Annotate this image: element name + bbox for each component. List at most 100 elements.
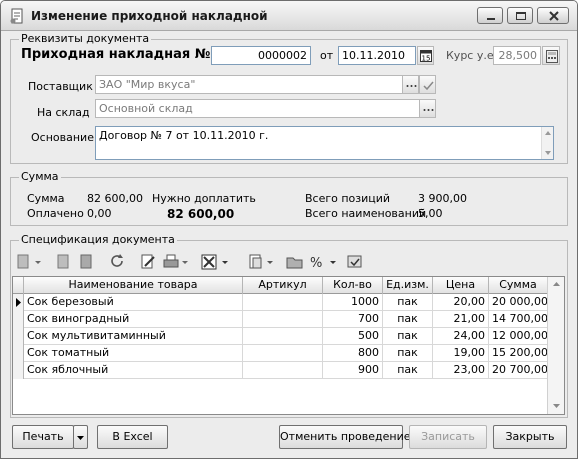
maximize-button[interactable]: [507, 7, 533, 24]
cell-price[interactable]: 19,00: [433, 345, 489, 362]
cell-unit[interactable]: пак: [383, 328, 433, 345]
sum-label: Сумма: [27, 192, 65, 205]
minimize-icon: [487, 18, 495, 20]
close-window-button[interactable]: [537, 7, 569, 24]
cell-name[interactable]: Сок виноградный: [24, 311, 243, 328]
cell-sum[interactable]: 15 200,00: [489, 345, 548, 362]
cell-price[interactable]: 24,00: [433, 328, 489, 345]
minimize-button[interactable]: [477, 7, 503, 24]
cancel-posting-button[interactable]: Отменить проведение: [279, 425, 411, 449]
edit-button[interactable]: [139, 252, 159, 272]
cell-article[interactable]: [243, 328, 323, 345]
names-value: 5,00: [418, 207, 443, 220]
cell-qty[interactable]: 900: [323, 362, 383, 379]
cell-price[interactable]: 21,00: [433, 311, 489, 328]
cell-unit[interactable]: пак: [383, 345, 433, 362]
cell-price[interactable]: 20,00: [433, 294, 489, 311]
sum-value: 82 600,00: [87, 192, 143, 205]
cell-article[interactable]: [243, 294, 323, 311]
table-scrollbar[interactable]: [547, 277, 564, 414]
print-list-button[interactable]: [161, 252, 191, 272]
table-row[interactable]: Сок яблочный 900 пак 23,00 20 700,00: [13, 362, 548, 379]
supplier-label: Поставщик: [28, 80, 93, 93]
table-row[interactable]: Сок виноградный 700 пак 21,00 14 700,00: [13, 311, 548, 328]
supplier-confirm-button[interactable]: [419, 75, 436, 94]
table-row[interactable]: Сок мультивитаминный 500 пак 24,00 12 00…: [13, 328, 548, 345]
paid-value: 0,00: [87, 207, 112, 220]
calendar-button[interactable]: 15: [417, 46, 434, 65]
cell-sum[interactable]: 14 700,00: [489, 311, 548, 328]
cell-unit[interactable]: пак: [383, 311, 433, 328]
cell-sum[interactable]: 20 700,00: [489, 362, 548, 379]
table-row[interactable]: Сок березовый 1000 пак 20,00 20 000,00: [13, 294, 548, 311]
chevron-down-icon: [77, 436, 84, 440]
warehouse-field[interactable]: Основной склад: [95, 99, 420, 118]
basis-textarea[interactable]: Договор № 7 от 10.11.2010 г.: [95, 126, 554, 160]
cell-article[interactable]: [243, 362, 323, 379]
close-button[interactable]: Закрыть: [493, 425, 567, 449]
save-button[interactable]: Записать: [409, 425, 487, 449]
col-header-price[interactable]: Цена: [433, 277, 489, 294]
doc-number-field[interactable]: 0000002: [211, 46, 311, 65]
cell-name[interactable]: Сок томатный: [24, 345, 243, 362]
calendar-day: 15: [422, 55, 431, 63]
cell-article[interactable]: [243, 345, 323, 362]
cell-price[interactable]: 23,00: [433, 362, 489, 379]
cell-name[interactable]: Сок березовый: [24, 294, 243, 311]
cell-name[interactable]: Сок мультивитаминный: [24, 328, 243, 345]
paid-label: Оплачено: [27, 207, 84, 220]
calculator-icon: [546, 50, 558, 63]
col-header-sum[interactable]: Сумма: [489, 277, 548, 294]
cell-name[interactable]: Сок яблочный: [24, 362, 243, 379]
discount-button[interactable]: %: [308, 252, 342, 272]
cell-qty[interactable]: 800: [323, 345, 383, 362]
refresh-button[interactable]: [107, 252, 127, 272]
supplier-field[interactable]: ЗАО "Мир вкуса": [95, 75, 403, 94]
basis-scrollbar[interactable]: [541, 127, 553, 159]
names-label: Всего наименований: [305, 207, 427, 220]
excel-export-button[interactable]: [199, 252, 233, 272]
checkmark-icon: [423, 81, 434, 91]
cell-sum[interactable]: 20 000,00: [489, 294, 548, 311]
col-header-name[interactable]: Наименование товара: [24, 277, 243, 294]
spec-table[interactable]: Наименование товара Артикул Кол-во Ед.из…: [12, 276, 565, 415]
excel-button[interactable]: В Excel: [97, 425, 168, 449]
cell-unit[interactable]: пак: [383, 362, 433, 379]
cell-article[interactable]: [243, 311, 323, 328]
print-button[interactable]: Печать: [12, 425, 74, 449]
cell-qty[interactable]: 500: [323, 328, 383, 345]
scroll-arrows-icon: [553, 282, 560, 408]
title-bar[interactable]: Изменение приходной накладной: [1, 1, 577, 31]
copy-row-button[interactable]: [54, 252, 74, 272]
rate-field[interactable]: 28,500: [493, 46, 541, 65]
scroll-arrows-icon: [545, 131, 551, 155]
close-icon: [549, 11, 559, 21]
document-menu-button[interactable]: [247, 252, 277, 272]
maximize-icon: [516, 12, 526, 20]
document-icon: [249, 254, 273, 269]
cell-unit[interactable]: пак: [383, 294, 433, 311]
calculator-button[interactable]: [542, 46, 560, 65]
col-header-unit[interactable]: Ед.изм.: [383, 277, 433, 294]
calendar-icon: 15: [420, 50, 432, 63]
header-indicator: [13, 277, 24, 294]
col-header-article[interactable]: Артикул: [243, 277, 323, 294]
fill-button[interactable]: [285, 252, 305, 272]
date-field[interactable]: 10.11.2010: [338, 46, 416, 65]
add-document-icon: [17, 254, 41, 269]
cell-qty[interactable]: 1000: [323, 294, 383, 311]
add-row-button[interactable]: [15, 252, 45, 272]
row-indicator: [13, 328, 24, 345]
printer-icon: [163, 254, 188, 268]
print-dropdown-button[interactable]: [73, 425, 88, 449]
table-row[interactable]: Сок томатный 800 пак 19,00 15 200,00: [13, 345, 548, 362]
cell-qty[interactable]: 700: [323, 311, 383, 328]
delete-row-button[interactable]: [77, 252, 97, 272]
edit-document-icon: [141, 254, 155, 269]
warehouse-select-button[interactable]: [419, 99, 436, 118]
supplier-select-button[interactable]: [402, 75, 419, 94]
col-header-qty[interactable]: Кол-во: [323, 277, 383, 294]
cell-sum[interactable]: 12 000,00: [489, 328, 548, 345]
warehouse-label: На склад: [37, 106, 90, 119]
import-button[interactable]: [345, 252, 365, 272]
